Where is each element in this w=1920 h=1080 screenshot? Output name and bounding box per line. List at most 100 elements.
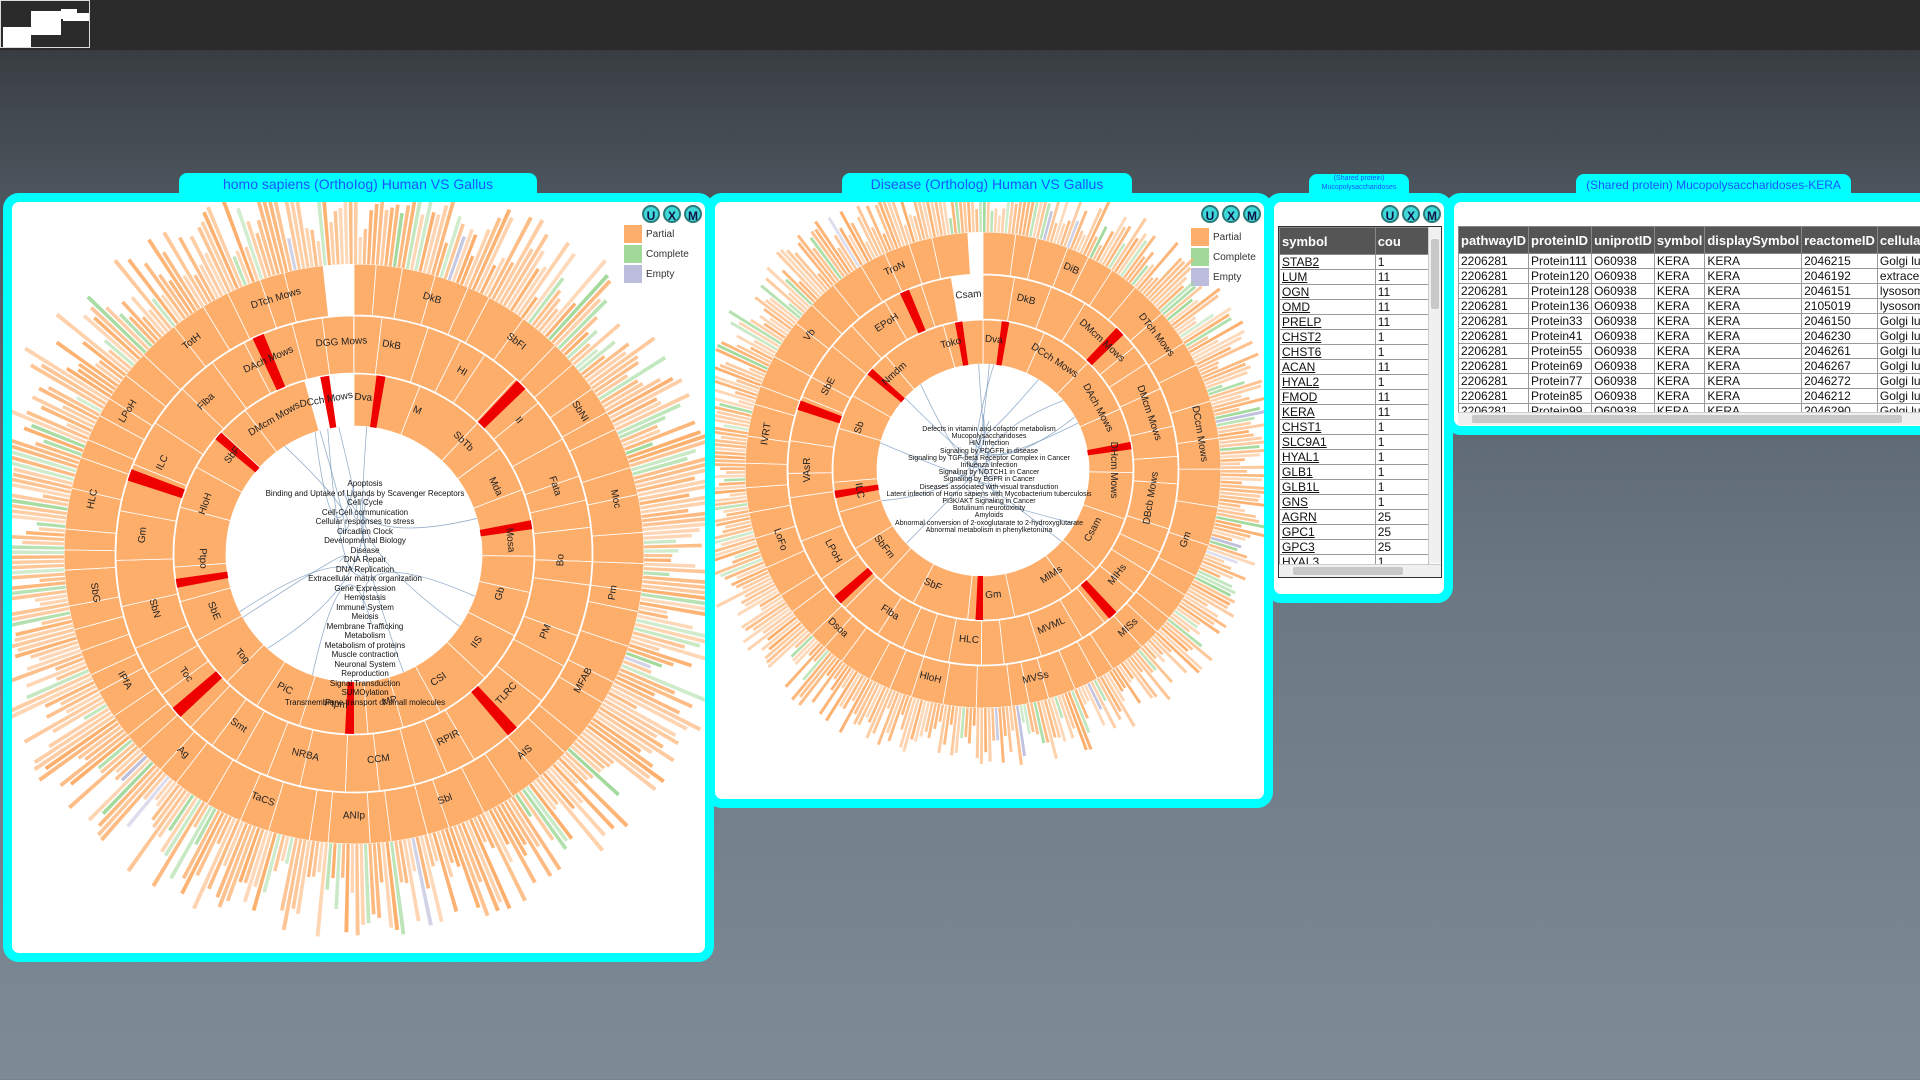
table-row[interactable]: GLB1L 1 <box>1279 479 1430 495</box>
table-row[interactable]: FMOD 11 <box>1279 389 1430 405</box>
table-cell[interactable]: HYAL1 <box>1279 449 1376 465</box>
sunburst-leaf[interactable] <box>38 527 66 533</box>
close-button[interactable]: X <box>1402 205 1420 223</box>
sunburst-leaf[interactable] <box>643 539 677 545</box>
pathway-label[interactable]: Influenza Infection <box>849 462 1129 469</box>
sunburst-leaf[interactable] <box>975 208 979 233</box>
table-row[interactable]: 2206281 Protein77 O60938 KERA KERA 2046272 Gol… <box>1458 373 1920 389</box>
sunburst-leaf[interactable] <box>715 462 746 467</box>
sunburst-leaf[interactable] <box>643 571 670 577</box>
pathway-label[interactable]: Metabolism <box>215 631 515 641</box>
pathway-label[interactable]: DNA Replication <box>215 565 515 575</box>
table-cell[interactable]: AGRN <box>1279 509 1376 525</box>
pathway-label[interactable]: Meiosis <box>215 612 515 622</box>
table-row[interactable]: PRELP 11 <box>1279 314 1430 330</box>
pathway-label[interactable]: Cell Cycle <box>215 498 515 508</box>
table-row[interactable]: CHST2 1 <box>1279 329 1430 345</box>
column-header[interactable]: uniprotID <box>1591 226 1655 254</box>
table-row[interactable]: AGRN 25 <box>1279 509 1430 525</box>
table-row[interactable]: OGN 11 <box>1279 284 1430 300</box>
sunburst-leaf[interactable] <box>983 202 986 233</box>
sunburst-leaf[interactable] <box>1220 470 1248 473</box>
sunburst-leaf[interactable] <box>972 707 976 726</box>
table-row[interactable]: GPC3 25 <box>1279 539 1430 555</box>
sunburst-segment[interactable] <box>63 549 116 571</box>
pathway-label[interactable]: Developmental Biology <box>215 536 515 546</box>
pathway-label[interactable]: SUMOylation <box>215 688 515 698</box>
table-row[interactable]: GNS 1 <box>1279 494 1430 510</box>
sunburst-leaf[interactable] <box>39 576 66 583</box>
sunburst-leaf[interactable] <box>12 555 65 560</box>
sunburst-leaf[interactable] <box>1220 462 1241 466</box>
sunburst-leaf[interactable] <box>718 481 746 486</box>
pathway-label[interactable]: Signaling by PDGFR in disease <box>849 448 1129 455</box>
sunburst-leaf[interactable] <box>33 714 115 771</box>
sunburst-leaf[interactable] <box>967 707 973 744</box>
sunburst-leaf[interactable] <box>344 843 350 933</box>
horizontal-scrollbar[interactable] <box>1279 564 1441 577</box>
pathway-label[interactable]: Signaling by EGFR in Cancer <box>849 476 1129 483</box>
pathway-label[interactable]: Amyloids <box>849 512 1129 519</box>
table-row[interactable]: 2206281 Protein120 O60938 KERA KERA 2046192 ex… <box>1458 268 1920 284</box>
sunburst-leaf[interactable] <box>994 707 1000 741</box>
pathway-label[interactable]: Signaling by TGF-beta Receptor Complex i… <box>849 455 1129 462</box>
sunburst-leaf[interactable] <box>725 471 746 474</box>
table-cell[interactable]: GPC3 <box>1279 539 1376 555</box>
table-row[interactable]: SLC9A1 1 <box>1279 434 1430 450</box>
pathway-label[interactable]: Signaling by NOTCH1 in Cancer <box>849 469 1129 476</box>
sunburst-leaf[interactable] <box>12 545 65 550</box>
vertical-scrollbar[interactable] <box>1428 227 1441 563</box>
table-cell[interactable]: FMOD <box>1279 389 1376 405</box>
sunburst-leaf[interactable] <box>978 202 982 233</box>
sunburst-leaf[interactable] <box>970 202 975 233</box>
pathway-label[interactable]: Muscle contraction <box>215 650 515 660</box>
table-row[interactable]: CHST6 1 <box>1279 344 1430 360</box>
pathway-label[interactable]: Membrane Trafficking <box>215 622 515 632</box>
table-cell[interactable]: GNS <box>1279 494 1376 510</box>
table-row[interactable]: 2206281 Protein85 O60938 KERA KERA 2046212 Gol… <box>1458 388 1920 404</box>
scrollbar-thumb[interactable] <box>1472 415 1902 423</box>
pathway-label[interactable]: Binding and Uptake of Ligands by Scaveng… <box>215 489 515 499</box>
table-row[interactable]: GLB1 1 <box>1279 464 1430 480</box>
table-cell[interactable]: CHST6 <box>1279 344 1376 360</box>
pathway-label[interactable]: Abnormal metabolism in phenylketonuria <box>849 527 1129 534</box>
table-row[interactable]: KERA 11 <box>1279 404 1430 420</box>
sunburst-leaf[interactable] <box>354 202 358 265</box>
column-header[interactable]: proteinID <box>1528 226 1593 254</box>
column-header[interactable]: pathwayID <box>1458 226 1530 254</box>
pathway-label[interactable]: DNA Repair <box>215 555 515 565</box>
sunburst-leaf[interactable] <box>724 478 746 482</box>
table-row[interactable]: STAB2 1 <box>1279 254 1430 270</box>
pathway-label[interactable]: Transmembrane transport of small molecul… <box>215 698 515 708</box>
sunburst-leaf[interactable] <box>997 215 1001 233</box>
sunburst-leaf[interactable] <box>643 543 702 549</box>
table-cell[interactable]: SLC9A1 <box>1279 434 1376 450</box>
sunburst-leaf[interactable] <box>643 562 696 568</box>
table-row[interactable]: HYAL1 1 <box>1279 449 1430 465</box>
sunburst-leaf[interactable] <box>643 549 679 553</box>
pathway-label[interactable]: Hemostasis <box>215 593 515 603</box>
sunburst-leaf[interactable] <box>1220 458 1245 462</box>
horizontal-scrollbar[interactable] <box>1458 412 1920 425</box>
table-row[interactable]: 2206281 Protein136 O60938 KERA KERA 2105019 ly… <box>1458 298 1920 314</box>
pathway-label[interactable]: PI3K/AKT Signaling in Cancer <box>849 498 1129 505</box>
table-cell[interactable]: HYAL2 <box>1279 374 1376 390</box>
unpin-button[interactable]: U <box>1381 205 1399 223</box>
pathway-label[interactable]: Defects in vitamin and cofactor metaboli… <box>849 426 1129 433</box>
sunburst-leaf[interactable] <box>993 208 998 233</box>
sunburst-leaf[interactable] <box>1220 465 1264 469</box>
column-header[interactable]: reactomeID <box>1801 226 1878 254</box>
sunburst-leaf[interactable] <box>990 210 994 233</box>
sunburst-leaf[interactable] <box>979 707 983 764</box>
maximize-button[interactable]: M <box>1423 205 1441 223</box>
pathway-label[interactable]: Botulinum neurotoxicity <box>849 505 1129 512</box>
table-row[interactable]: HYAL2 1 <box>1279 374 1430 390</box>
sunburst-leaf[interactable] <box>987 707 992 762</box>
sunburst-leaf[interactable] <box>643 558 672 563</box>
pathway-label[interactable]: Disease <box>215 546 515 556</box>
table-row[interactable]: 2206281 Protein128 O60938 KERA KERA 2046151 ly… <box>1458 283 1920 299</box>
table-row[interactable]: 2206281 Protein41 O60938 KERA KERA 2046230 Gol… <box>1458 328 1920 344</box>
pathway-label[interactable]: Latent infection of Homo sapiens with My… <box>849 491 1129 498</box>
table-row[interactable]: ACAN 11 <box>1279 359 1430 375</box>
table-cell[interactable]: LUM <box>1279 269 1376 285</box>
